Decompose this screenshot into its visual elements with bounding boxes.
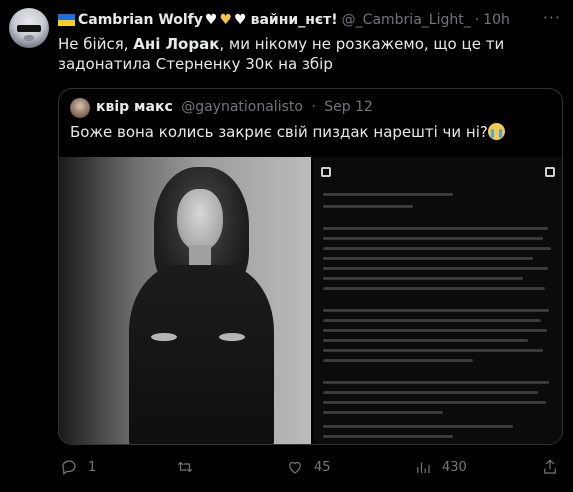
quoted-author-avatar[interactable]: [70, 98, 90, 118]
more-icon[interactable]: ···: [543, 8, 561, 27]
share-button[interactable]: [541, 458, 559, 476]
retweet-button[interactable]: [176, 458, 204, 476]
separator-dot: ·: [474, 12, 480, 28]
retweet-icon: [177, 461, 193, 473]
quoted-header: квір макс @gaynationalisto · Sep 12: [96, 97, 373, 117]
tweet-time[interactable]: 10h: [483, 10, 510, 30]
tweet-text: Не бійся, Ані Лорак, ми нікому не розкаж…: [58, 34, 563, 74]
like-count: 45: [314, 459, 331, 475]
author-handle[interactable]: @_Cambria_Light_: [342, 10, 471, 30]
reply-count: 1: [88, 459, 97, 475]
white-heart-icon: ♥: [234, 12, 247, 28]
avatar-glasses-shape: [17, 25, 41, 32]
crying-face-icon: [487, 123, 505, 140]
author-avatar[interactable]: [9, 8, 49, 48]
ukraine-flag-icon: [58, 14, 75, 26]
quoted-screenshot-image[interactable]: [313, 157, 562, 444]
yellow-heart-icon: ♥: [219, 12, 233, 28]
quoted-tweet[interactable]: квір макс @gaynationalisto · Sep 12 Боже…: [58, 88, 563, 445]
share-icon: [544, 459, 556, 474]
quoted-photo[interactable]: [59, 157, 311, 444]
avatar-snout-shape: [24, 35, 34, 41]
author-name[interactable]: Cambrian Wolfy: [78, 10, 203, 30]
views-icon: [417, 462, 430, 473]
views-button[interactable]: 430: [414, 458, 467, 476]
quoted-author-handle[interactable]: @gaynationalisto: [181, 99, 303, 115]
separator-dot: ·: [311, 99, 316, 115]
quoted-text-body: Боже вона колись закриє свій пиздак наре…: [70, 123, 488, 141]
tweet-card[interactable]: Cambrian Wolfy ♥ ♥ ♥ вайни_нєт! @_Cambri…: [0, 0, 573, 492]
tweet-text-part1: Не бійся,: [58, 35, 134, 53]
quoted-text: Боже вона колись закриє свій пиздак наре…: [70, 121, 505, 143]
screenshot-frame-icon: [545, 167, 555, 177]
author-name-suffix[interactable]: вайни_нєт!: [251, 10, 338, 30]
reply-icon: [62, 460, 76, 475]
views-count: 430: [442, 459, 467, 475]
like-button[interactable]: 45: [286, 458, 331, 476]
tweet-actions: 1 45 430: [58, 458, 563, 478]
tweet-text-bold: Ані Лорак: [133, 35, 220, 53]
white-heart-icon: ♥: [204, 12, 218, 28]
quoted-time[interactable]: Sep 12: [324, 99, 373, 115]
tweet-header: Cambrian Wolfy ♥ ♥ ♥ вайни_нєт! @_Cambri…: [58, 10, 510, 30]
reply-button[interactable]: 1: [60, 458, 96, 476]
quoted-author-name[interactable]: квір макс: [96, 99, 173, 115]
like-icon: [289, 461, 301, 474]
screenshot-frame-icon: [321, 167, 331, 177]
